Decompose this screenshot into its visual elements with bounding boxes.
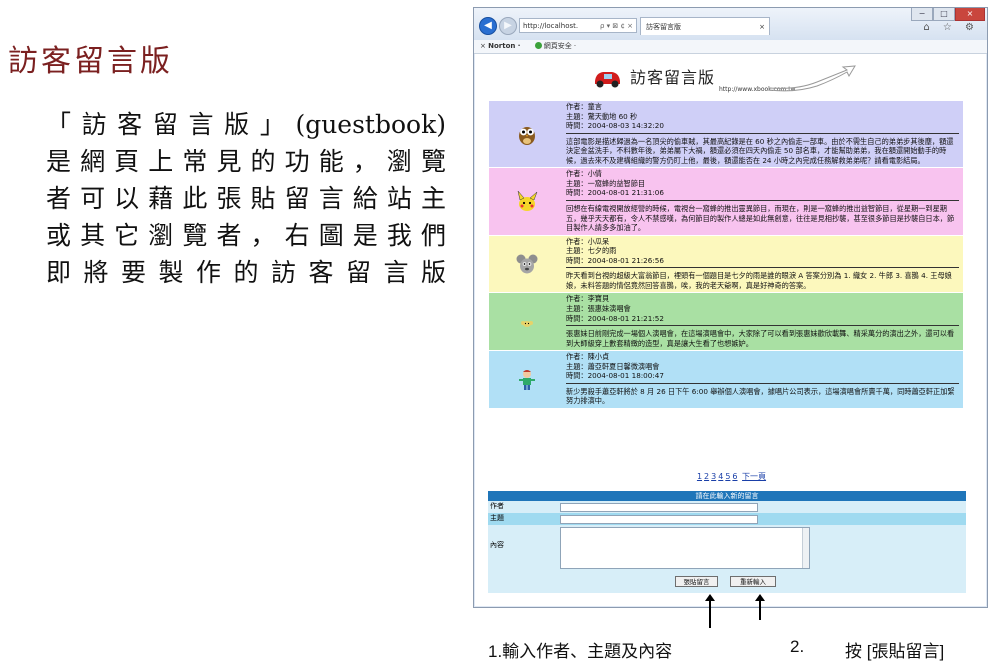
maximize-icon[interactable]: □ bbox=[933, 8, 955, 21]
page-link[interactable]: 6 bbox=[732, 472, 737, 481]
content-label: 內容 bbox=[490, 541, 504, 549]
author-input[interactable] bbox=[560, 503, 758, 512]
message-list: 作者：童言 主題：驚天動地 60 秒 時間：2004-08-03 14:32:2… bbox=[489, 101, 963, 409]
entry-author: 作者：小倩 bbox=[566, 169, 602, 179]
entry-body: 這部電影是描述歸過為一名頂尖的偷車賊，其最高紀錄是在 60 秒之內偷走一部車。由… bbox=[566, 136, 954, 165]
pikachu-icon bbox=[515, 189, 539, 213]
message-entry: 作者：小瓜呆 主題：七夕的雨 時間：2004-08-01 21:26:56 昨天… bbox=[489, 235, 963, 294]
subject-input[interactable] bbox=[560, 515, 758, 524]
entry-subject: 主題：蕭亞軒夏日馨微演唱會 bbox=[566, 361, 660, 371]
tab-title: 訪客留言版 bbox=[646, 23, 681, 31]
browser-titlebar: ◀ ▶ http://localhost. ρ ▾ ⊠ ¢ × 訪客留言版 × … bbox=[474, 8, 987, 40]
desc-line-1: 「訪客留言版」(guestbook) bbox=[46, 110, 446, 139]
guestbook-title: 訪客留言版 bbox=[630, 68, 716, 87]
entry-subject: 主題：一窩蜂的益智節目 bbox=[566, 178, 646, 188]
page-link[interactable]: 1 bbox=[697, 472, 702, 481]
address-icons[interactable]: ρ ▾ ⊠ ¢ × bbox=[600, 19, 636, 32]
page-link[interactable]: 4 bbox=[718, 472, 723, 481]
message-entry: 作者：童言 主題：驚天動地 60 秒 時間：2004-08-03 14:32:2… bbox=[489, 101, 963, 169]
toolbar-close-icon[interactable]: × bbox=[480, 42, 486, 50]
entry-body: 張惠妹日前剛完成一場個人演唱會，在這場演唱會中，大家除了可以看到張惠妹歡欣載舞、… bbox=[566, 329, 955, 348]
mouse-icon bbox=[515, 252, 539, 276]
forward-arrow-icon[interactable]: ▶ bbox=[499, 17, 517, 35]
guestbook-page: 訪客留言版 http://www.xbook.com.tw 作者：童言 主題：驚… bbox=[475, 54, 986, 606]
car-logo-icon bbox=[595, 72, 620, 88]
subject-label: 主題 bbox=[490, 514, 504, 522]
message-entry: 作者：小倩 主題：一窩蜂的益智節目 時間：2004-08-01 21:31:06… bbox=[489, 168, 963, 236]
desc-line-3: 者可以藉此張貼留言給站主 bbox=[46, 184, 446, 213]
desc-line-2: 是網頁上常見的功能，瀏覽 bbox=[46, 147, 446, 176]
kid-icon bbox=[515, 368, 539, 392]
owl-icon bbox=[515, 122, 539, 146]
minimize-icon[interactable]: − bbox=[911, 8, 933, 21]
bug-icon bbox=[515, 310, 539, 334]
back-arrow-icon[interactable]: ◀ bbox=[479, 17, 497, 35]
page-link[interactable]: 2 bbox=[704, 472, 709, 481]
entry-body: 新少男殺手蕭亞軒將於 8 月 26 日下午 6:00 舉辦個人演唱會，據唱片公司… bbox=[566, 386, 955, 406]
entry-time: 時間：2004-08-01 21:21:52 bbox=[566, 313, 664, 323]
caption-step-2: 按 [張貼留言] bbox=[845, 642, 945, 661]
submit-button[interactable]: 張貼留言 bbox=[675, 576, 718, 587]
window-controls: − □ × bbox=[911, 8, 985, 21]
entry-time: 時間：2004-08-01 21:26:56 bbox=[566, 255, 664, 265]
new-message-form: 請在此輸入新的留言 作者 主題 內容 張貼留言 重新輸入 bbox=[488, 491, 966, 593]
norton-toolbar: × Norton · 網頁安全 · bbox=[474, 40, 987, 54]
swoosh-decoration-icon bbox=[768, 65, 856, 92]
entry-author: 作者：李寶貝 bbox=[566, 294, 610, 304]
entry-time: 時間：2004-08-01 18:00:47 bbox=[566, 371, 664, 381]
tab-close-icon[interactable]: × bbox=[759, 18, 765, 36]
entry-subject: 主題：張惠妹演唱會 bbox=[566, 303, 631, 313]
entry-author: 作者：童言 bbox=[566, 102, 602, 111]
caption-step-2-number: 2. bbox=[790, 637, 805, 656]
arrow-to-reset-icon bbox=[755, 594, 765, 620]
page-link[interactable]: 3 bbox=[711, 472, 716, 481]
browser-window: ◀ ▶ http://localhost. ρ ▾ ⊠ ¢ × 訪客留言版 × … bbox=[473, 7, 988, 608]
entry-time: 時間：2004-08-01 21:31:06 bbox=[566, 188, 664, 198]
arrow-to-submit-icon bbox=[705, 594, 715, 628]
browser-tab[interactable]: 訪客留言版 × bbox=[640, 17, 770, 35]
entry-author: 作者：陳小貞 bbox=[566, 352, 610, 362]
safe-web-button[interactable]: 網頁安全 · bbox=[544, 42, 576, 50]
message-entry: 作者：李寶貝 主題：張惠妹演唱會 時間：2004-08-01 21:21:52 … bbox=[489, 293, 963, 352]
entry-body: 回想在有線電視開放經營的時候，電視台一窩蜂的推出靈異節目，而現在，則是一窩蜂的推… bbox=[566, 204, 955, 233]
entry-author: 作者：小瓜呆 bbox=[566, 236, 610, 246]
entry-subject: 主題：驚天動地 60 秒 bbox=[566, 111, 638, 121]
desc-line-5: 即將要製作的訪客留言版 bbox=[46, 258, 446, 287]
shield-icon bbox=[534, 42, 542, 49]
reset-button[interactable]: 重新輸入 bbox=[730, 576, 776, 587]
next-page-link[interactable]: 下一頁 bbox=[742, 472, 766, 481]
slide-description: 「訪客留言版」(guestbook) 是網頁上常見的功能，瀏覽 者可以藉此張貼留… bbox=[46, 106, 446, 291]
page-link[interactable]: 5 bbox=[725, 472, 730, 481]
address-url: http://localhost. bbox=[523, 22, 579, 30]
entry-subject: 主題：七夕的雨 bbox=[566, 246, 617, 256]
form-header: 請在此輸入新的留言 bbox=[488, 491, 966, 501]
content-textarea[interactable] bbox=[560, 527, 810, 569]
window-close-icon[interactable]: × bbox=[955, 8, 985, 21]
author-label: 作者 bbox=[490, 502, 504, 510]
message-entry: 作者：陳小貞 主題：蕭亞軒夏日馨微演唱會 時間：2004-08-01 18:00… bbox=[489, 351, 963, 409]
norton-button[interactable]: Norton · bbox=[488, 42, 520, 50]
address-bar[interactable]: http://localhost. ρ ▾ ⊠ ¢ × bbox=[519, 18, 637, 33]
desc-line-4: 或其它瀏覽者，右圖是我們 bbox=[46, 221, 446, 250]
slide-title: 訪客留言版 bbox=[8, 44, 173, 79]
guestbook-header: 訪客留言版 http://www.xbook.com.tw bbox=[475, 54, 986, 100]
entry-body: 昨天看到台視的超級大富翁節目，裡頭有一個題目是七夕的雨是誰的眼淚 A 答案分別為… bbox=[566, 271, 952, 290]
caption-step-1: 1.輸入作者、主題及內容 bbox=[488, 642, 673, 661]
browser-tools-icons[interactable]: ⌂ ☆ ⚙ bbox=[923, 22, 979, 33]
pagination: 123456 下一頁 bbox=[475, 471, 986, 482]
entry-time: 時間：2004-08-03 14:32:20 bbox=[566, 121, 664, 131]
